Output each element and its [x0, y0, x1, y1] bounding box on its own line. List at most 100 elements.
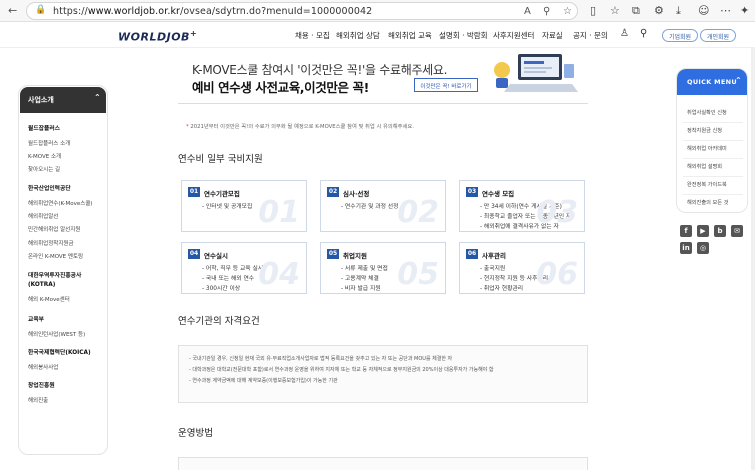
sidebar-item[interactable]: 해외취업연수(K-Move스쿨) [28, 199, 93, 207]
quick-menu-item[interactable]: 해외진출의 모든 것 [687, 199, 728, 206]
extensions-icon[interactable]: ⚙ [654, 4, 664, 17]
sidebar-item[interactable]: 해외진출 [28, 396, 48, 404]
quick-menu-header[interactable]: QUICK MENU ⌃ [677, 69, 747, 95]
instagram-icon[interactable]: ◎ [697, 242, 709, 254]
quick-menu-item[interactable]: 완전정복 가이드북 [687, 181, 727, 188]
divider [683, 194, 743, 195]
banner-headline: K-MOVE스쿨 참여시 '이것만은 꼭!'을 수료해주세요. [192, 63, 448, 77]
quick-menu-item[interactable]: 취업사실확인 신청 [687, 109, 727, 116]
nav-item-consulting[interactable]: 해외취업 상담 [336, 30, 380, 41]
site-logo[interactable]: WORLDJOB+ [118, 29, 197, 44]
requirement-line: - 국내기관일 경우, 신청일 현재 국외 유·무료직업소개사업자로 법적 등록… [189, 356, 453, 362]
linkedin-icon[interactable]: in [680, 242, 692, 254]
quick-menu-item[interactable]: 해외취업 아카데미 [687, 145, 727, 152]
nav-item-resources[interactable]: 자료실 [542, 30, 563, 41]
notice-text: * 2021년부터 이것만은 꼭!의 수료가 의무화 될 예정으로 K-MOVE… [186, 124, 414, 130]
step-card-03: 03 연수생 모집 - 만 34세 이하(연수 게시일 기준) - 최종학교 졸… [459, 180, 585, 232]
step-watermark: 05 [397, 257, 439, 292]
quick-menu-item[interactable]: 해외취업 설명회 [687, 163, 722, 170]
profile-icon[interactable]: ☺ [698, 4, 709, 17]
divider [683, 140, 743, 141]
step-line: - 비자 발급 지원 [341, 286, 381, 292]
sidebar-group-koica: 한국국제협력단(KOICA) [28, 350, 91, 356]
user-icon[interactable]: ♙ [620, 28, 629, 39]
section-title-operation: 운영방법 [178, 428, 213, 439]
nav-item-support-center[interactable]: 사후지원센터 [493, 30, 534, 41]
sidebar-item[interactable]: 해외봉사사업 [28, 363, 58, 371]
favorite-icon[interactable]: ☆ [563, 6, 572, 17]
requirements-box: - 국내기관일 경우, 신청일 현재 국외 유·무료직업소개사업자로 법적 등록… [178, 345, 588, 403]
sidebar-item[interactable]: 해외취업알선 [28, 212, 58, 220]
corp-member-button[interactable]: 기업회원 [662, 29, 699, 42]
chevron-up-icon[interactable]: ⌃ [94, 93, 101, 102]
sidebar-group-hrdk: 한국산업인력공단 [28, 186, 71, 192]
site-header: WORLDJOB+ 채용 · 모집 해외취업 상담 해외취업 교육 설명회 · … [0, 22, 755, 48]
step-watermark: 04 [258, 257, 300, 292]
favorites-icon[interactable]: ☆ [610, 4, 620, 17]
step-card-01: 01 연수기관모집 - 인터넷 및 공개모집 01 [181, 180, 307, 232]
zoom-icon[interactable]: ⚲ [543, 6, 550, 17]
blog-icon[interactable]: b [714, 225, 726, 237]
copilot-icon[interactable]: ✦ [740, 4, 749, 17]
sidebar-group-kised: 창업진흥원 [28, 383, 55, 389]
nav-item-jobs[interactable]: 채용 · 모집 [295, 30, 330, 41]
step-title: 심사·선정 [343, 190, 370, 198]
section-title-requirements: 연수기관의 자격요건 [178, 316, 260, 327]
read-aloud-icon[interactable]: A [524, 6, 531, 17]
collections-icon[interactable]: ⧉ [632, 4, 640, 18]
step-card-02: 02 심사·선정 - 연수기관 및 과정 선정 02 [320, 180, 446, 232]
step-number: 01 [188, 187, 200, 197]
talk-icon[interactable]: ✉ [731, 225, 743, 237]
lock-icon[interactable]: 🔒 [35, 5, 46, 15]
more-icon[interactable]: ⋯ [720, 4, 731, 17]
step-number: 06 [466, 249, 478, 259]
step-number: 04 [188, 249, 200, 259]
back-icon[interactable]: ← [8, 4, 17, 17]
step-card-06: 06 사후관리 - 출국지원 - 현지정착 지원 등 사후관리 - 취업자 현황… [459, 242, 585, 294]
page-scrollbar[interactable] [751, 48, 755, 470]
step-card-05: 05 취업지원 - 서류 제출 및 면접 - 고용계약 체결 - 비자 발급 지… [320, 242, 446, 294]
url-text: https://www.worldjob.or.kr/ovsea/sdytrn.… [53, 6, 373, 17]
banner-link-button[interactable]: 이것만은 꼭! 바로가기 [414, 78, 478, 92]
step-line: - 취업자 현황관리 [480, 286, 524, 292]
sidebar-header[interactable]: 사업소개 ⌃ [20, 87, 106, 113]
step-watermark: 06 [536, 257, 578, 292]
search-icon[interactable]: ⚲ [640, 28, 647, 39]
quick-menu-title: QUICK MENU [687, 78, 737, 86]
step-title: 사후관리 [482, 252, 506, 260]
nav-item-education[interactable]: 해외취업 교육 [388, 30, 432, 41]
step-line: - 인터넷 및 공개모집 [202, 204, 253, 210]
banner-divider [178, 103, 588, 104]
step-line: - 서류 제출 및 면접 [341, 266, 388, 272]
sidebar-item[interactable]: 민간해외취업 알선지원 [28, 225, 80, 233]
personal-member-button[interactable]: 개인회원 [700, 29, 737, 42]
step-title: 연수생 모집 [482, 190, 515, 198]
chevron-up-icon[interactable]: ⌃ [735, 76, 742, 85]
nav-item-notice[interactable]: 공지 · 문의 [573, 30, 608, 41]
step-watermark: 02 [397, 195, 439, 230]
sidebar-item[interactable]: 해외 K-Move센터 [28, 295, 70, 303]
step-line: - 국내 또는 해외 연수 [202, 276, 255, 282]
nav-item-fairs[interactable]: 설명회 · 박람회 [439, 30, 488, 41]
step-watermark: 03 [536, 195, 578, 230]
downloads-icon[interactable]: ⤓ [676, 4, 681, 18]
browser-toolbar: ← 🔒 https://www.worldjob.or.kr/ovsea/sdy… [0, 0, 755, 22]
step-line: - 어학, 직무 등 교육 실시 [202, 266, 264, 272]
step-title: 연수기관모집 [204, 190, 240, 198]
sidebar-item[interactable]: 해외취업정착지원금 [28, 239, 74, 247]
step-title: 연수실시 [204, 252, 228, 260]
quick-menu-item[interactable]: 정착지원금 신청 [687, 127, 722, 134]
facebook-icon[interactable]: f [680, 225, 692, 237]
sidebar-title: 사업소개 [28, 96, 54, 104]
sidebar-item[interactable]: 해외인턴사업(WEST 등) [28, 330, 85, 338]
sidebar-item[interactable]: K-MOVE 소개 [28, 152, 61, 160]
step-title: 취업지원 [343, 252, 367, 260]
split-screen-icon[interactable]: ▯ [590, 4, 596, 17]
step-line: - 연수기관 및 과정 선정 [341, 204, 399, 210]
quick-menu: QUICK MENU ⌃ 취업사실확인 신청 정착지원금 신청 해외취업 아카데… [676, 68, 748, 213]
youtube-icon[interactable]: ▶ [697, 225, 709, 237]
sidebar-item[interactable]: 월드잡플러스 소개 [28, 139, 70, 147]
sidebar-item[interactable]: 찾아오시는 길 [28, 165, 60, 173]
address-bar[interactable]: 🔒 https://www.worldjob.or.kr/ovsea/sdytr… [26, 2, 578, 20]
sidebar-item[interactable]: 온라인 K-MOVE 멘토링 [28, 252, 83, 260]
